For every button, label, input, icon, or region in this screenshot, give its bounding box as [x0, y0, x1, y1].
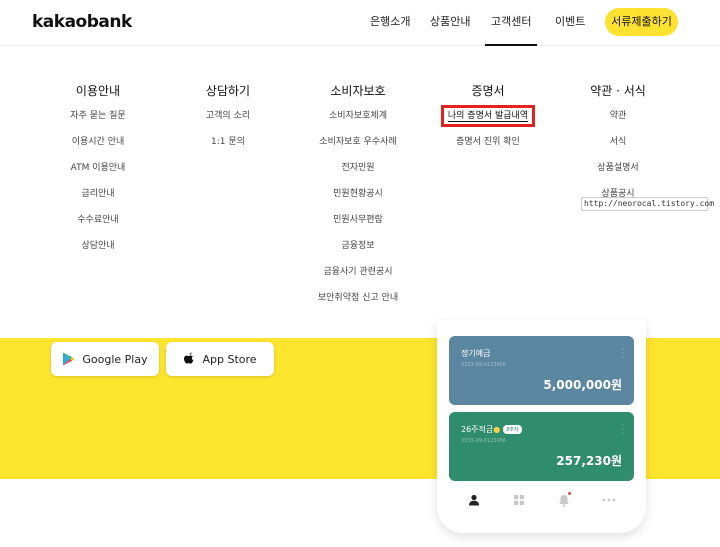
bell-icon [559, 494, 570, 507]
account-card-time-deposit[interactable]: 정기예금 3333-09-0123456 · · · 5,000,000원 [449, 336, 634, 405]
menu-item-rates[interactable]: 금리안내 [28, 186, 168, 212]
menu-item-one-on-one[interactable]: 1:1 문의 [158, 134, 298, 160]
account-number: 3333-09-0123456 [461, 438, 506, 444]
menu-item-complaint-status[interactable]: 민원현황공시 [288, 186, 428, 212]
tab-profile[interactable] [464, 490, 484, 510]
account-card-26week-savings[interactable]: 26주적금● 8주차 3333-09-0123456 · · · 257,230원 [449, 412, 634, 481]
menu-column-title: 소비자보호 [330, 84, 386, 98]
more-icon: · · · [621, 345, 624, 362]
nav-bank-intro[interactable]: 은행소개 [370, 0, 410, 46]
menu-item-vulnerability-report[interactable]: 보안취약점 신고 안내 [288, 290, 428, 316]
coin-icon: ● [493, 425, 501, 434]
menu-item-terms[interactable]: 약관 [548, 108, 688, 134]
account-name-text: 26주적금 [461, 425, 494, 434]
tab-products[interactable] [509, 490, 529, 510]
menu-item-e-complaint[interactable]: 전자민원 [288, 160, 428, 186]
menu-item-atm[interactable]: ATM 이용안내 [28, 160, 168, 186]
person-icon [468, 494, 479, 506]
nav-customer-center[interactable]: 고객센터 [485, 0, 538, 46]
highlight-box: 나의 증명서 발급내역 [440, 105, 536, 127]
menu-column-certificates: 증명서 나의 증명서 발급내역 증명서 진위 확인 [418, 82, 558, 160]
menu-item-customer-voice[interactable]: 고객의 소리 [158, 108, 298, 134]
account-name: 정기예금 [461, 349, 491, 358]
menu-item-forms[interactable]: 서식 [548, 134, 688, 160]
menu-item-product-description[interactable]: 상품설명서 [548, 160, 688, 186]
menu-item-hours[interactable]: 이용시간 안내 [28, 134, 168, 160]
menu-column-consumer-protection: 소비자보호 소비자보호체계 소비자보호 우수사례 전자민원 민원현황공시 민원사… [288, 82, 428, 316]
grid-icon [513, 495, 524, 505]
menu-item-protection-cases[interactable]: 소비자보호 우수사례 [288, 134, 428, 160]
app-store-label: App Store [202, 352, 257, 366]
menu-item-protection-system[interactable]: 소비자보호체계 [288, 108, 428, 134]
phone-mockup: 정기예금 3333-09-0123456 · · · 5,000,000원 26주적… [437, 320, 646, 533]
menu-item-my-certificates[interactable]: 나의 증명서 발급내역 [418, 105, 558, 134]
menu-column-title: 이용안내 [75, 84, 121, 98]
google-play-button[interactable]: Google Play [51, 342, 159, 376]
account-number: 3333-09-0123456 [461, 362, 506, 368]
menu-item-financial-info[interactable]: 금융정보 [288, 238, 428, 264]
menu-item-verify-certificate[interactable]: 증명서 진위 확인 [418, 134, 558, 160]
more-icon: · · · [621, 421, 624, 438]
tab-more[interactable] [599, 490, 619, 510]
menu-item-fraud-disclosure[interactable]: 금융사기 관련공시 [288, 264, 428, 290]
header: kakaobank 은행소개 상품안내 고객센터 이벤트 서류제출하기 [0, 0, 720, 46]
account-balance: 257,230원 [556, 454, 622, 468]
google-play-icon [63, 352, 75, 366]
tab-notifications[interactable] [554, 490, 574, 510]
nav-events[interactable]: 이벤트 [555, 0, 585, 46]
menu-item-faq[interactable]: 자주 묻는 질문 [28, 108, 168, 134]
menu-column-title: 상담하기 [205, 84, 251, 98]
menu-column-terms-forms: 약관 · 서식 약관 서식 상품설명서 상품공시 [548, 82, 688, 212]
mega-menu: 이용안내 자주 묻는 질문 이용시간 안내 ATM 이용안내 금리안내 수수료안… [0, 46, 720, 338]
menu-item-fees[interactable]: 수수료안내 [28, 212, 168, 238]
week-badge: 8주차 [503, 425, 522, 434]
account-balance: 5,000,000원 [543, 378, 622, 392]
app-store-button[interactable]: App Store [166, 342, 274, 376]
notification-dot [568, 492, 572, 495]
watermark: http://neorocal.tistory.com [581, 197, 714, 211]
kakaobank-logo[interactable]: kakaobank [32, 12, 132, 32]
menu-column-title: 증명서 [471, 84, 505, 98]
menu-column-title: 약관 · 서식 [590, 84, 646, 98]
menu-column-usage-guide: 이용안내 자주 묻는 질문 이용시간 안내 ATM 이용안내 금리안내 수수료안… [28, 82, 168, 264]
menu-column-consult: 상담하기 고객의 소리 1:1 문의 [158, 82, 298, 160]
menu-item-consult-guide[interactable]: 상담안내 [28, 238, 168, 264]
apple-icon [184, 352, 194, 364]
account-name: 26주적금● 8주차 [461, 424, 522, 435]
nav-products[interactable]: 상품안내 [430, 0, 470, 46]
google-play-label: Google Play [82, 352, 148, 366]
submit-documents-button[interactable]: 서류제출하기 [605, 8, 678, 36]
phone-tab-bar [437, 488, 646, 512]
menu-item-my-certificates-label: 나의 증명서 발급내역 [447, 111, 529, 122]
menu-item-complaint-manual[interactable]: 민원사무편람 [288, 212, 428, 238]
more-horizontal-icon [602, 498, 616, 502]
